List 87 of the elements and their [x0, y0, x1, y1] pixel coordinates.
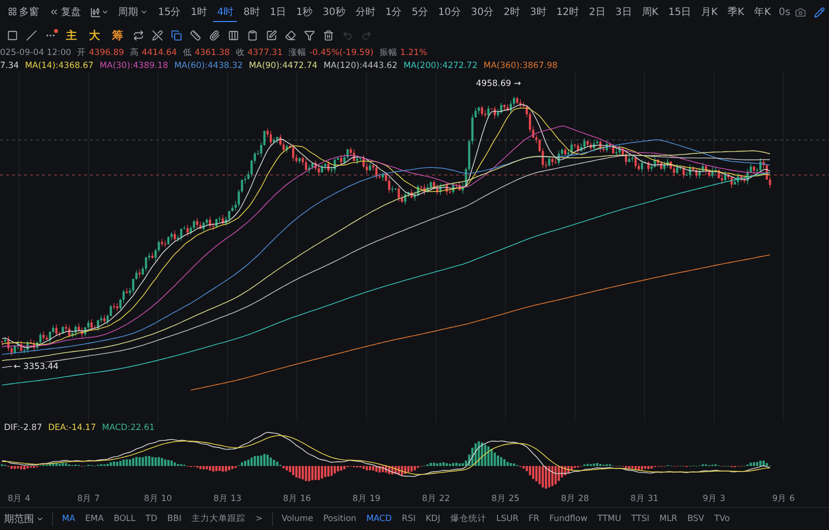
period-tab[interactable]: 周K: [638, 2, 662, 22]
ma-value: MA(30):4389.18: [100, 60, 168, 70]
ohlc-field: 开 4396.89: [77, 46, 124, 58]
period-tab[interactable]: 30分: [466, 2, 498, 22]
ma-value: MA(60):4438.32: [174, 60, 243, 70]
period-tab[interactable]: 1时: [186, 2, 212, 22]
date-range-dropdown[interactable]: 期范围: [0, 510, 48, 528]
x-axis-label: 8月 10: [144, 493, 172, 505]
more-indicators-button[interactable]: >: [255, 512, 263, 526]
candle-time: 025-09-04 12:00: [0, 48, 72, 58]
period-tab[interactable]: 分时: [351, 2, 380, 22]
period-tab[interactable]: 月K: [697, 2, 722, 22]
sub-indicator-tab[interactable]: Position: [323, 512, 356, 526]
main-indicator-tab[interactable]: MA: [62, 512, 76, 526]
sub-indicator-tab[interactable]: LSUR: [496, 512, 519, 526]
period-tab[interactable]: 2日: [585, 2, 610, 22]
x-axis-label: 8月 7: [77, 493, 100, 505]
macd-value: DEA:-14.17: [48, 423, 96, 433]
period-tab[interactable]: 30秒: [318, 2, 350, 22]
indicator-chip[interactable]: 大: [84, 26, 105, 44]
candlestick-icon: [90, 6, 101, 18]
period-tab[interactable]: 10分: [434, 2, 465, 22]
x-axis-label: 8月 22: [422, 493, 450, 505]
sub-indicator-tab[interactable]: MLR: [659, 512, 678, 526]
sub-indicator-tab[interactable]: FR: [528, 512, 540, 526]
ma-value: MA(360):3867.98: [484, 60, 558, 70]
x-axis-label: 8月 16: [283, 493, 311, 505]
high-price-label: 4958.69 →: [474, 78, 523, 89]
x-axis-label: 8月 28: [561, 493, 589, 505]
period-tab[interactable]: 1日: [266, 2, 290, 22]
x-axis-label: 9月 6: [772, 493, 795, 505]
period-tab[interactable]: 15分: [154, 2, 185, 22]
period-tab[interactable]: 12时: [552, 2, 584, 22]
sub-indicator-tab[interactable]: 爆仓统计: [450, 511, 486, 527]
x-axis-label: 8月 31: [630, 493, 658, 505]
indicator-chip[interactable]: 筹: [107, 26, 128, 44]
main-indicator-tab[interactable]: 主力大单跟踪: [191, 511, 246, 527]
x-axis-label: 8月 19: [352, 493, 380, 505]
period-tab[interactable]: 年K: [750, 2, 775, 22]
ma-value: MA(200):4272.72: [403, 60, 478, 70]
x-axis-label: 8月 13: [214, 493, 242, 505]
replay-button[interactable]: 复盘: [45, 2, 85, 22]
ohlc-field: 低 4361.38: [182, 46, 230, 58]
ma-value: MA(14):4368.67: [24, 60, 94, 70]
sub-indicator-tab[interactable]: Volume: [282, 512, 314, 526]
ohlc-field: 收 4377.31: [236, 46, 283, 58]
ma-value: MA(90):4472.74: [248, 60, 318, 70]
sub-indicator-tab[interactable]: RSI: [402, 512, 416, 526]
period-tab[interactable]: 3日: [611, 2, 636, 22]
main-indicator-tab[interactable]: TD: [146, 512, 158, 526]
period-tab[interactable]: 季K: [724, 2, 748, 22]
low-price-label: ← 3353.44: [12, 362, 61, 372]
sub-indicator-tab[interactable]: TTMU: [597, 512, 622, 526]
x-axis-label: 9月 3: [702, 493, 726, 505]
sub-indicator-tab[interactable]: TVo: [714, 512, 730, 526]
ohlc-field: 涨幅 -0.45%(-19.59): [288, 46, 374, 58]
period-tab[interactable]: 3时: [526, 2, 550, 22]
period-tab[interactable]: 5分: [408, 2, 432, 22]
chevron-down-icon: [101, 8, 109, 16]
ma-value: MA(120):4443.62: [323, 60, 398, 70]
period-tab[interactable]: 15日: [664, 2, 696, 22]
main-indicator-tab[interactable]: BBI: [167, 512, 182, 526]
macd-value: DIF:-2.87: [4, 423, 42, 433]
period-tab[interactable]: 1秒: [292, 2, 317, 22]
period-tab[interactable]: 8时: [239, 2, 264, 22]
x-axis-label: 8月 4: [8, 493, 30, 505]
macd-value: MACD:22.61: [102, 423, 155, 433]
sub-indicator-tab[interactable]: TTSI: [631, 512, 650, 526]
sub-indicator-tab[interactable]: BSV: [687, 512, 704, 526]
sub-indicator-tab[interactable]: KDJ: [426, 512, 440, 526]
period-tab[interactable]: 1分: [381, 2, 406, 22]
sub-indicator-tab[interactable]: MACD: [366, 512, 392, 526]
indicator-chip[interactable]: 主: [61, 26, 82, 44]
period-tab[interactable]: 2时: [500, 2, 524, 22]
grid-icon: [8, 7, 17, 16]
multi-window-button[interactable]: 多窗: [4, 2, 43, 22]
main-indicator-tab[interactable]: EMA: [85, 512, 104, 526]
period-tab[interactable]: 4时: [213, 2, 238, 22]
countdown-text: 0s: [778, 6, 790, 18]
x-axis-label: 8月 25: [492, 493, 520, 505]
main-indicator-tab[interactable]: BOLL: [114, 512, 136, 526]
chevrons-left-icon: [49, 6, 59, 16]
ohlc-field: 振幅 1.21%: [379, 46, 428, 58]
period-dropdown[interactable]: 周期: [114, 2, 152, 22]
sub-indicator-tab[interactable]: Fundflow: [549, 512, 588, 526]
ohlc-field: 高 4414.64: [130, 46, 177, 58]
ma-value: 7.34: [0, 60, 19, 70]
